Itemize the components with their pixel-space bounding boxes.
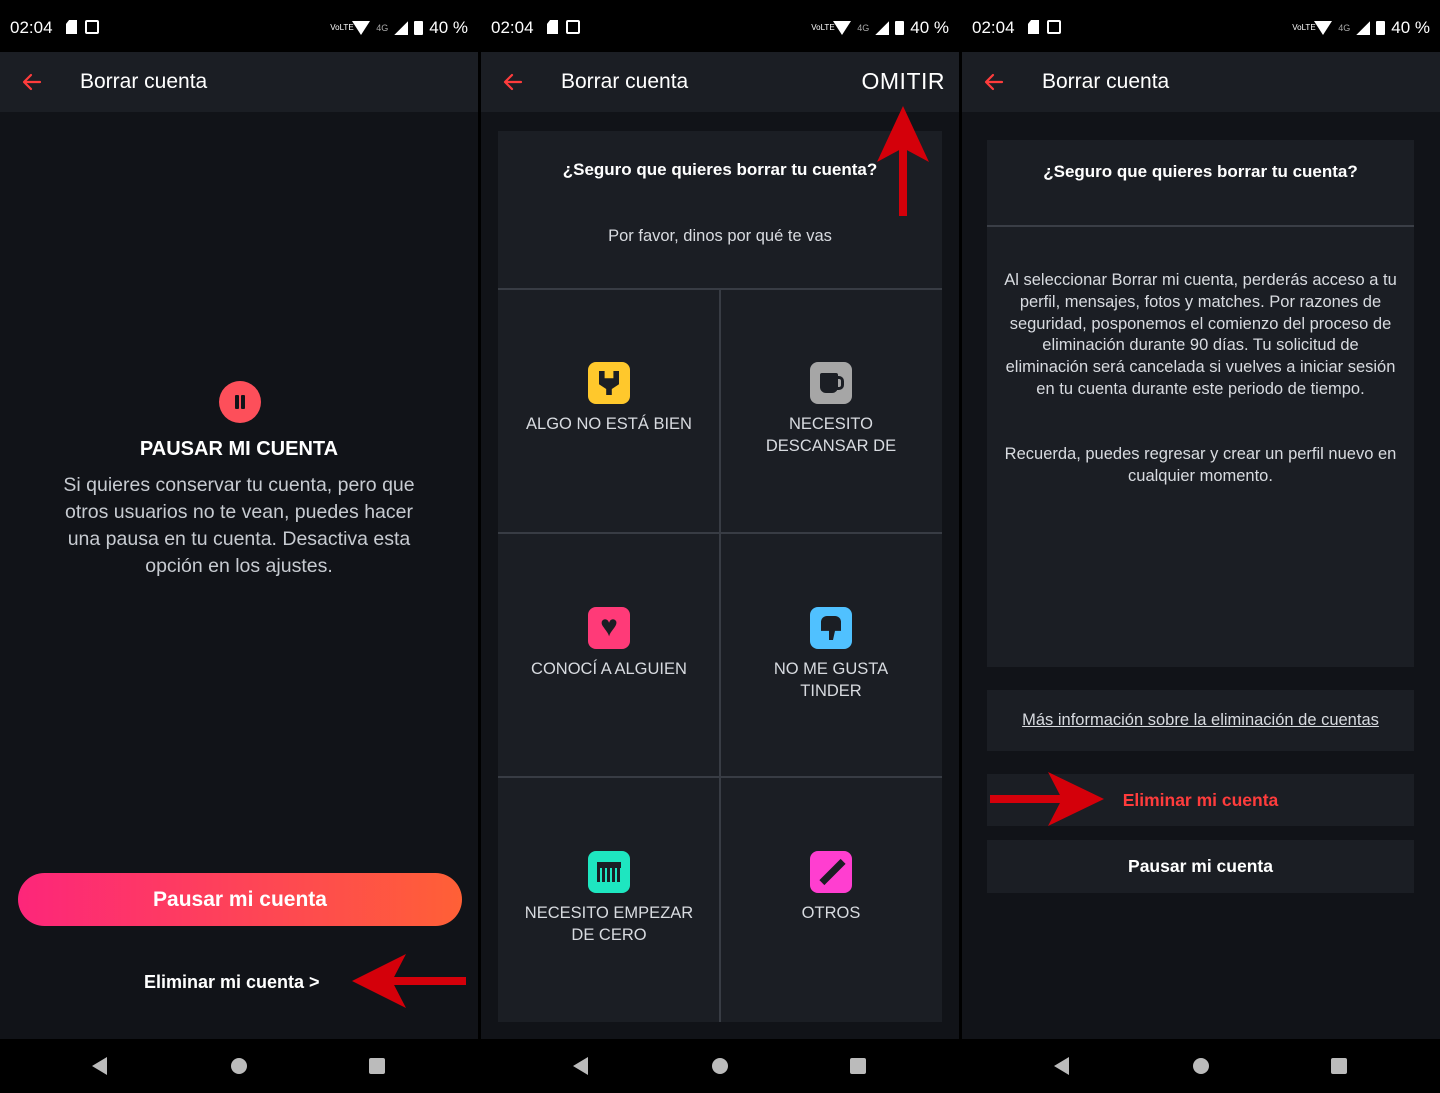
system-nav-bar xyxy=(962,1039,1440,1093)
panel-pause-account: 02:04 VoLTE 4G 40 % Borrar cuenta PAUSAR… xyxy=(0,0,478,1093)
cup-icon xyxy=(810,362,852,404)
notification-icon xyxy=(566,20,580,34)
status-bar: 02:04 VoLTE 4G 40 % xyxy=(481,0,959,52)
reason-label: NECESITO EMPEZAR DE CERO xyxy=(524,904,694,944)
battery-level: 40 % xyxy=(429,18,468,37)
nav-home-icon[interactable] xyxy=(712,1058,728,1074)
signal-icon xyxy=(875,21,890,35)
reason-prompt: Por favor, dinos por qué te vas xyxy=(608,227,832,245)
reason-something-wrong[interactable]: ALGO NO ESTÁ BIEN xyxy=(499,362,719,435)
delete-warning-text: Al seleccionar Borrar mi cuenta, perderá… xyxy=(1004,271,1397,398)
skip-button[interactable]: OMITIR xyxy=(862,68,946,95)
battery-icon xyxy=(895,21,905,35)
more-info-link[interactable]: Más información sobre la eliminación de … xyxy=(987,690,1414,751)
reason-fresh-start[interactable]: NECESITO EMPEZAR DE CERO xyxy=(499,851,719,946)
nav-home-icon[interactable] xyxy=(1193,1058,1209,1074)
broom-icon xyxy=(588,851,630,893)
battery-level: 40 % xyxy=(910,18,949,37)
reason-met-someone[interactable]: CONOCÍ A ALGUIEN xyxy=(499,607,719,680)
status-time: 02:04 xyxy=(972,18,1015,37)
pause-account-button[interactable]: Pausar mi cuenta xyxy=(987,840,1414,893)
panel-delete-reasons: 02:04 VoLTE 4G 40 % Borrar cuenta OMITIR… xyxy=(481,0,959,1093)
volte-icon: VoLTE xyxy=(811,23,835,32)
pause-icon xyxy=(219,381,261,423)
app-bar: Borrar cuenta xyxy=(0,52,478,112)
annotation-arrow-left xyxy=(352,954,466,1008)
status-time: 02:04 xyxy=(10,18,53,37)
reason-label: NECESITO DESCANSAR DE xyxy=(765,415,897,455)
annotation-arrow-right xyxy=(990,772,1104,826)
network-type: 4G xyxy=(376,23,389,33)
page-title: Borrar cuenta xyxy=(1042,70,1170,93)
pause-description: Si quieres conservar tu cuenta, pero que… xyxy=(63,474,415,577)
delete-account-link[interactable]: Eliminar mi cuenta > xyxy=(144,972,320,993)
signal-icon xyxy=(394,21,409,35)
page-title: Borrar cuenta xyxy=(561,70,689,93)
wrench-icon xyxy=(588,362,630,404)
delete-question: ¿Seguro que quieres borrar tu cuenta? xyxy=(1043,162,1358,181)
wifi-icon xyxy=(833,21,852,35)
sd-card-icon xyxy=(66,20,77,34)
pause-heading: PAUSAR MI CUENTA xyxy=(139,438,339,460)
annotation-arrow-up xyxy=(877,106,929,216)
sd-card-icon xyxy=(1028,20,1039,34)
reason-label: OTROS xyxy=(801,904,861,922)
status-bar: 02:04 VoLTE 4G 40 % xyxy=(962,0,1440,52)
pencil-icon xyxy=(810,851,852,893)
wifi-icon xyxy=(1314,21,1333,35)
back-arrow-icon[interactable] xyxy=(982,70,1006,94)
app-bar: Borrar cuenta xyxy=(962,52,1440,112)
reason-other[interactable]: OTROS xyxy=(721,851,941,924)
notification-icon xyxy=(1047,20,1061,34)
back-arrow-icon[interactable] xyxy=(20,70,44,94)
reason-label: CONOCÍ A ALGUIEN xyxy=(531,660,687,678)
panel-delete-confirm: 02:04 VoLTE 4G 40 % Borrar cuenta ¿Segur… xyxy=(962,0,1440,1093)
network-type: 4G xyxy=(1338,23,1351,33)
nav-recents-icon[interactable] xyxy=(1331,1058,1347,1074)
volte-icon: VoLTE xyxy=(330,23,354,32)
nav-back-icon[interactable] xyxy=(92,1057,107,1075)
recreate-profile-text: Recuerda, puedes regresar y crear un per… xyxy=(1004,445,1397,485)
reason-dont-like-tinder[interactable]: NO ME GUSTA TINDER xyxy=(721,607,941,702)
thumbs-down-icon xyxy=(810,607,852,649)
volte-icon: VoLTE xyxy=(1292,23,1316,32)
system-nav-bar xyxy=(481,1039,959,1093)
nav-recents-icon[interactable] xyxy=(850,1058,866,1074)
status-time: 02:04 xyxy=(491,18,534,37)
sd-card-icon xyxy=(547,20,558,34)
card-divider xyxy=(987,225,1414,227)
nav-recents-icon[interactable] xyxy=(369,1058,385,1074)
app-bar: Borrar cuenta OMITIR xyxy=(481,52,959,112)
wifi-icon xyxy=(352,21,371,35)
notification-icon xyxy=(85,20,99,34)
network-type: 4G xyxy=(857,23,870,33)
reason-need-break[interactable]: NECESITO DESCANSAR DE xyxy=(721,362,941,457)
battery-icon xyxy=(414,21,424,35)
battery-level: 40 % xyxy=(1391,18,1430,37)
nav-back-icon[interactable] xyxy=(573,1057,588,1075)
reason-label: ALGO NO ESTÁ BIEN xyxy=(526,415,692,433)
reason-label: NO ME GUSTA TINDER xyxy=(773,660,889,700)
nav-back-icon[interactable] xyxy=(1054,1057,1069,1075)
delete-question: ¿Seguro que quieres borrar tu cuenta? xyxy=(562,160,878,179)
confirm-card xyxy=(987,140,1414,667)
page-title: Borrar cuenta xyxy=(80,70,208,93)
status-bar: 02:04 VoLTE 4G 40 % xyxy=(0,0,478,52)
signal-icon xyxy=(1356,21,1371,35)
battery-icon xyxy=(1376,21,1386,35)
back-arrow-icon[interactable] xyxy=(501,70,525,94)
system-nav-bar xyxy=(0,1039,478,1093)
pause-account-button[interactable]: Pausar mi cuenta xyxy=(18,873,462,926)
heart-icon xyxy=(588,607,630,649)
nav-home-icon[interactable] xyxy=(231,1058,247,1074)
